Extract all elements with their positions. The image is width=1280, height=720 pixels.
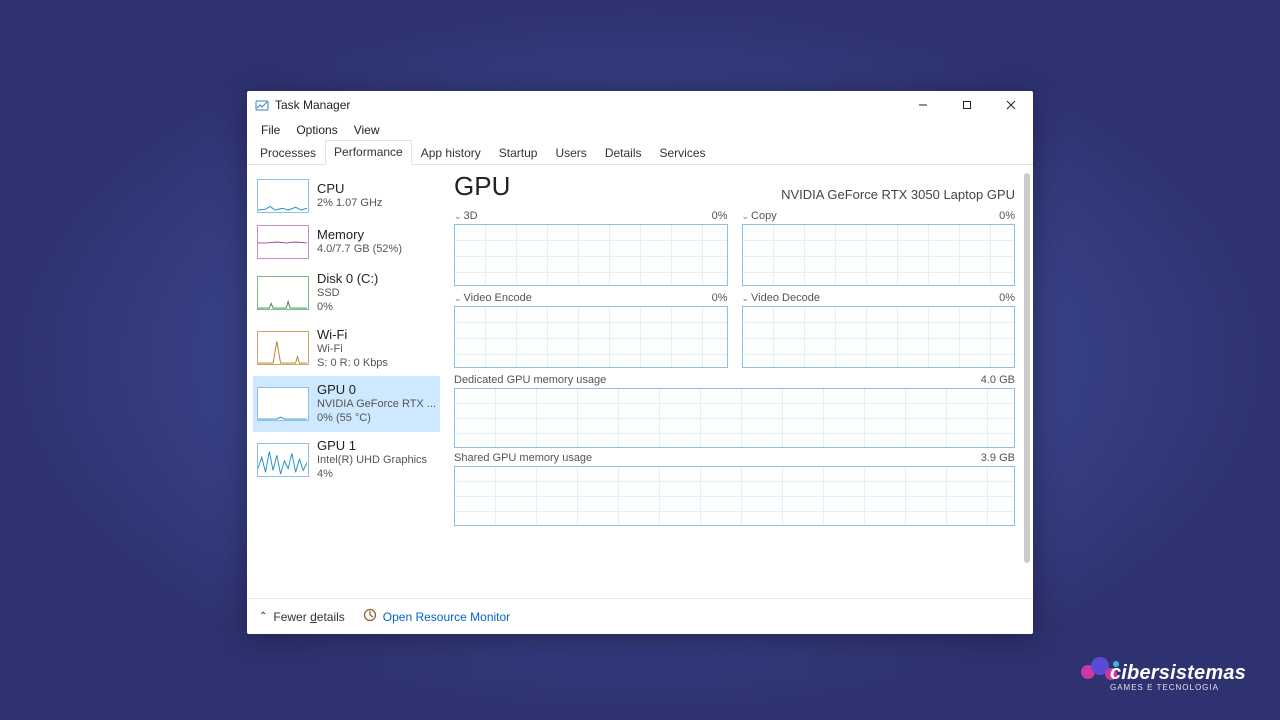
- chevron-up-icon: ⌃: [259, 611, 267, 622]
- sidebar-item-sub: SSD: [317, 286, 436, 300]
- tab-row: Processes Performance App history Startu…: [247, 141, 1033, 165]
- graph-copy[interactable]: ⌄Copy 0%: [742, 210, 1016, 286]
- performance-body: CPU 2% 1.07 GHz Memory 4.0/7.7 GB (52%): [247, 165, 1033, 598]
- sidebar-item-wifi[interactable]: Wi-Fi Wi-Fi S: 0 R: 0 Kbps: [253, 321, 440, 377]
- graph-value: 0%: [712, 292, 728, 304]
- tab-app-history[interactable]: App history: [412, 141, 490, 165]
- sidebar-item-sub: 2% 1.07 GHz: [317, 196, 436, 210]
- sidebar-item-sub: Wi-Fi: [317, 342, 436, 356]
- graph-video-encode[interactable]: ⌄Video Encode 0%: [454, 292, 728, 368]
- graph-canvas: [454, 224, 728, 286]
- open-resource-monitor-label: Open Resource Monitor: [383, 610, 510, 624]
- sidebar-item-sub: 4.0/7.7 GB (52%): [317, 242, 436, 256]
- graph-label: Video Encode: [464, 292, 532, 304]
- fewer-details-button[interactable]: ⌃ Fewer details: [259, 610, 345, 624]
- sidebar-item-label: CPU: [317, 181, 436, 196]
- tab-processes[interactable]: Processes: [251, 141, 325, 165]
- graph-canvas: [454, 306, 728, 368]
- sidebar-item-sub2: 0% (55 °C): [317, 411, 436, 425]
- sidebar-item-label: GPU 0: [317, 382, 436, 397]
- chevron-down-icon[interactable]: ⌄: [454, 293, 462, 304]
- graph-3d[interactable]: ⌄3D 0%: [454, 210, 728, 286]
- sidebar-item-label: Disk 0 (C:): [317, 271, 436, 286]
- sidebar-item-sub2: S: 0 R: 0 Kbps: [317, 356, 436, 370]
- tab-services[interactable]: Services: [651, 141, 715, 165]
- tab-users[interactable]: Users: [546, 141, 595, 165]
- sidebar-item-sub: Intel(R) UHD Graphics: [317, 453, 436, 467]
- sidebar-item-cpu[interactable]: CPU 2% 1.07 GHz: [253, 173, 440, 219]
- gpu-model-label: NVIDIA GeForce RTX 3050 Laptop GPU: [781, 187, 1015, 202]
- tab-details[interactable]: Details: [596, 141, 651, 165]
- graph-max-value: 4.0 GB: [981, 374, 1015, 386]
- graph-label: 3D: [464, 210, 478, 222]
- titlebar[interactable]: Task Manager: [247, 91, 1033, 119]
- memory-thumb-icon: [257, 225, 309, 259]
- graph-shared-memory[interactable]: Shared GPU memory usage 3.9 GB: [454, 452, 1015, 526]
- brand-name: cibersistemas: [1110, 662, 1246, 684]
- maximize-button[interactable]: [945, 91, 989, 119]
- graph-value: 0%: [712, 210, 728, 222]
- graph-label: Dedicated GPU memory usage: [454, 374, 606, 386]
- graph-dedicated-memory[interactable]: Dedicated GPU memory usage 4.0 GB: [454, 374, 1015, 448]
- graph-canvas: [742, 224, 1016, 286]
- sidebar-item-gpu1[interactable]: GPU 1 Intel(R) UHD Graphics 4%: [253, 432, 440, 488]
- graph-value: 0%: [999, 210, 1015, 222]
- sidebar-item-sub: NVIDIA GeForce RTX ...: [317, 397, 436, 411]
- app-icon: [255, 98, 269, 112]
- tab-startup[interactable]: Startup: [490, 141, 547, 165]
- menubar: File Options View: [247, 119, 1033, 141]
- graph-label: Shared GPU memory usage: [454, 452, 592, 464]
- graph-label: Copy: [751, 210, 777, 222]
- sidebar-item-gpu0[interactable]: GPU 0 NVIDIA GeForce RTX ... 0% (55 °C): [253, 376, 440, 432]
- close-button[interactable]: [989, 91, 1033, 119]
- brand-watermark: cibersistemas GAMES E TECNOLOGIA: [1110, 662, 1246, 692]
- footer: ⌃ Fewer details Open Resource Monitor: [247, 598, 1033, 634]
- gpu1-thumb-icon: [257, 443, 309, 477]
- graph-canvas: [454, 388, 1015, 448]
- sidebar-item-memory[interactable]: Memory 4.0/7.7 GB (52%): [253, 219, 440, 265]
- wifi-thumb-icon: [257, 331, 309, 365]
- graph-video-decode[interactable]: ⌄Video Decode 0%: [742, 292, 1016, 368]
- menu-file[interactable]: File: [253, 121, 288, 139]
- graph-canvas: [742, 306, 1016, 368]
- sidebar-item-sub2: 0%: [317, 300, 436, 314]
- chevron-down-icon[interactable]: ⌄: [454, 211, 462, 222]
- graph-max-value: 3.9 GB: [981, 452, 1015, 464]
- minimize-button[interactable]: [901, 91, 945, 119]
- menu-view[interactable]: View: [346, 121, 388, 139]
- chevron-down-icon[interactable]: ⌄: [742, 211, 750, 222]
- page-title: GPU: [454, 171, 510, 202]
- sidebar-item-label: Wi-Fi: [317, 327, 436, 342]
- sidebar-item-label: Memory: [317, 227, 436, 242]
- performance-sidebar: CPU 2% 1.07 GHz Memory 4.0/7.7 GB (52%): [247, 165, 440, 598]
- chevron-down-icon[interactable]: ⌄: [742, 293, 750, 304]
- tab-performance[interactable]: Performance: [325, 140, 412, 165]
- graph-value: 0%: [999, 292, 1015, 304]
- content-scrollbar[interactable]: [1024, 173, 1030, 563]
- performance-content: GPU NVIDIA GeForce RTX 3050 Laptop GPU ⌄…: [440, 165, 1033, 598]
- brand-tagline: GAMES E TECNOLOGIA: [1110, 683, 1246, 692]
- resource-monitor-icon: [363, 608, 377, 625]
- menu-options[interactable]: Options: [288, 121, 345, 139]
- cpu-thumb-icon: [257, 179, 309, 213]
- gpu0-thumb-icon: [257, 387, 309, 421]
- graph-canvas: [454, 466, 1015, 526]
- window-title: Task Manager: [275, 98, 350, 112]
- graph-label: Video Decode: [751, 292, 820, 304]
- open-resource-monitor-link[interactable]: Open Resource Monitor: [363, 608, 510, 625]
- disk-thumb-icon: [257, 276, 309, 310]
- task-manager-window: Task Manager File Options View Processes…: [247, 91, 1033, 634]
- sidebar-item-disk[interactable]: Disk 0 (C:) SSD 0%: [253, 265, 440, 321]
- sidebar-item-label: GPU 1: [317, 438, 436, 453]
- sidebar-item-sub2: 4%: [317, 467, 436, 481]
